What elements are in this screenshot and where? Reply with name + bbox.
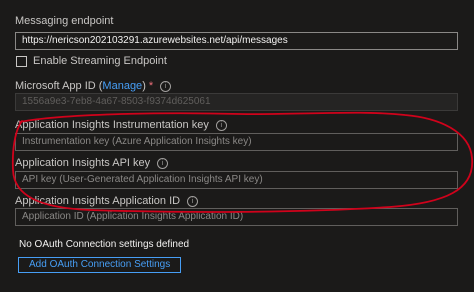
application-id-input[interactable]: Application ID (Application Insights App… <box>15 208 458 226</box>
instrumentation-key-input[interactable]: Instrumentation key (Azure Application I… <box>15 133 458 151</box>
app-id-input: 1556a9e3-7eb8-4a67-8503-f9374d625061 <box>15 93 458 111</box>
enable-streaming-label: Enable Streaming Endpoint <box>33 55 167 67</box>
api-key-label: Application Insights API key i <box>15 157 169 169</box>
add-oauth-connection-button[interactable]: Add OAuth Connection Settings <box>18 257 182 273</box>
app-id-label-text: Microsoft App ID ( <box>15 80 103 92</box>
info-icon[interactable]: i <box>157 157 169 169</box>
info-icon[interactable]: i <box>187 195 199 207</box>
app-id-label: Microsoft App ID ( Manage ) * i <box>15 80 172 92</box>
messaging-endpoint-input[interactable]: https://nericson202103291.azurewebsites.… <box>15 32 458 50</box>
enable-streaming-checkbox[interactable] <box>16 56 27 67</box>
application-id-label-text: Application Insights Application ID <box>15 195 181 207</box>
api-key-input[interactable]: API key (User-Generated Application Insi… <box>15 171 458 189</box>
info-icon[interactable]: i <box>160 80 172 92</box>
required-mark: * <box>148 80 154 92</box>
api-key-label-text: Application Insights API key <box>15 157 151 169</box>
instrumentation-key-label: Application Insights Instrumentation key… <box>15 119 227 131</box>
application-id-label: Application Insights Application ID i <box>15 195 199 207</box>
info-icon[interactable]: i <box>215 119 227 131</box>
enable-streaming-label-text: Enable Streaming Endpoint <box>33 55 167 67</box>
manage-link[interactable]: Manage <box>102 80 142 92</box>
app-id-label-close: ) <box>142 80 146 92</box>
messaging-endpoint-label-text: Messaging endpoint <box>15 15 114 27</box>
oauth-empty-text: No OAuth Connection settings defined <box>19 239 190 250</box>
messaging-endpoint-label: Messaging endpoint <box>15 15 113 27</box>
instrumentation-key-label-text: Application Insights Instrumentation key <box>15 119 209 131</box>
